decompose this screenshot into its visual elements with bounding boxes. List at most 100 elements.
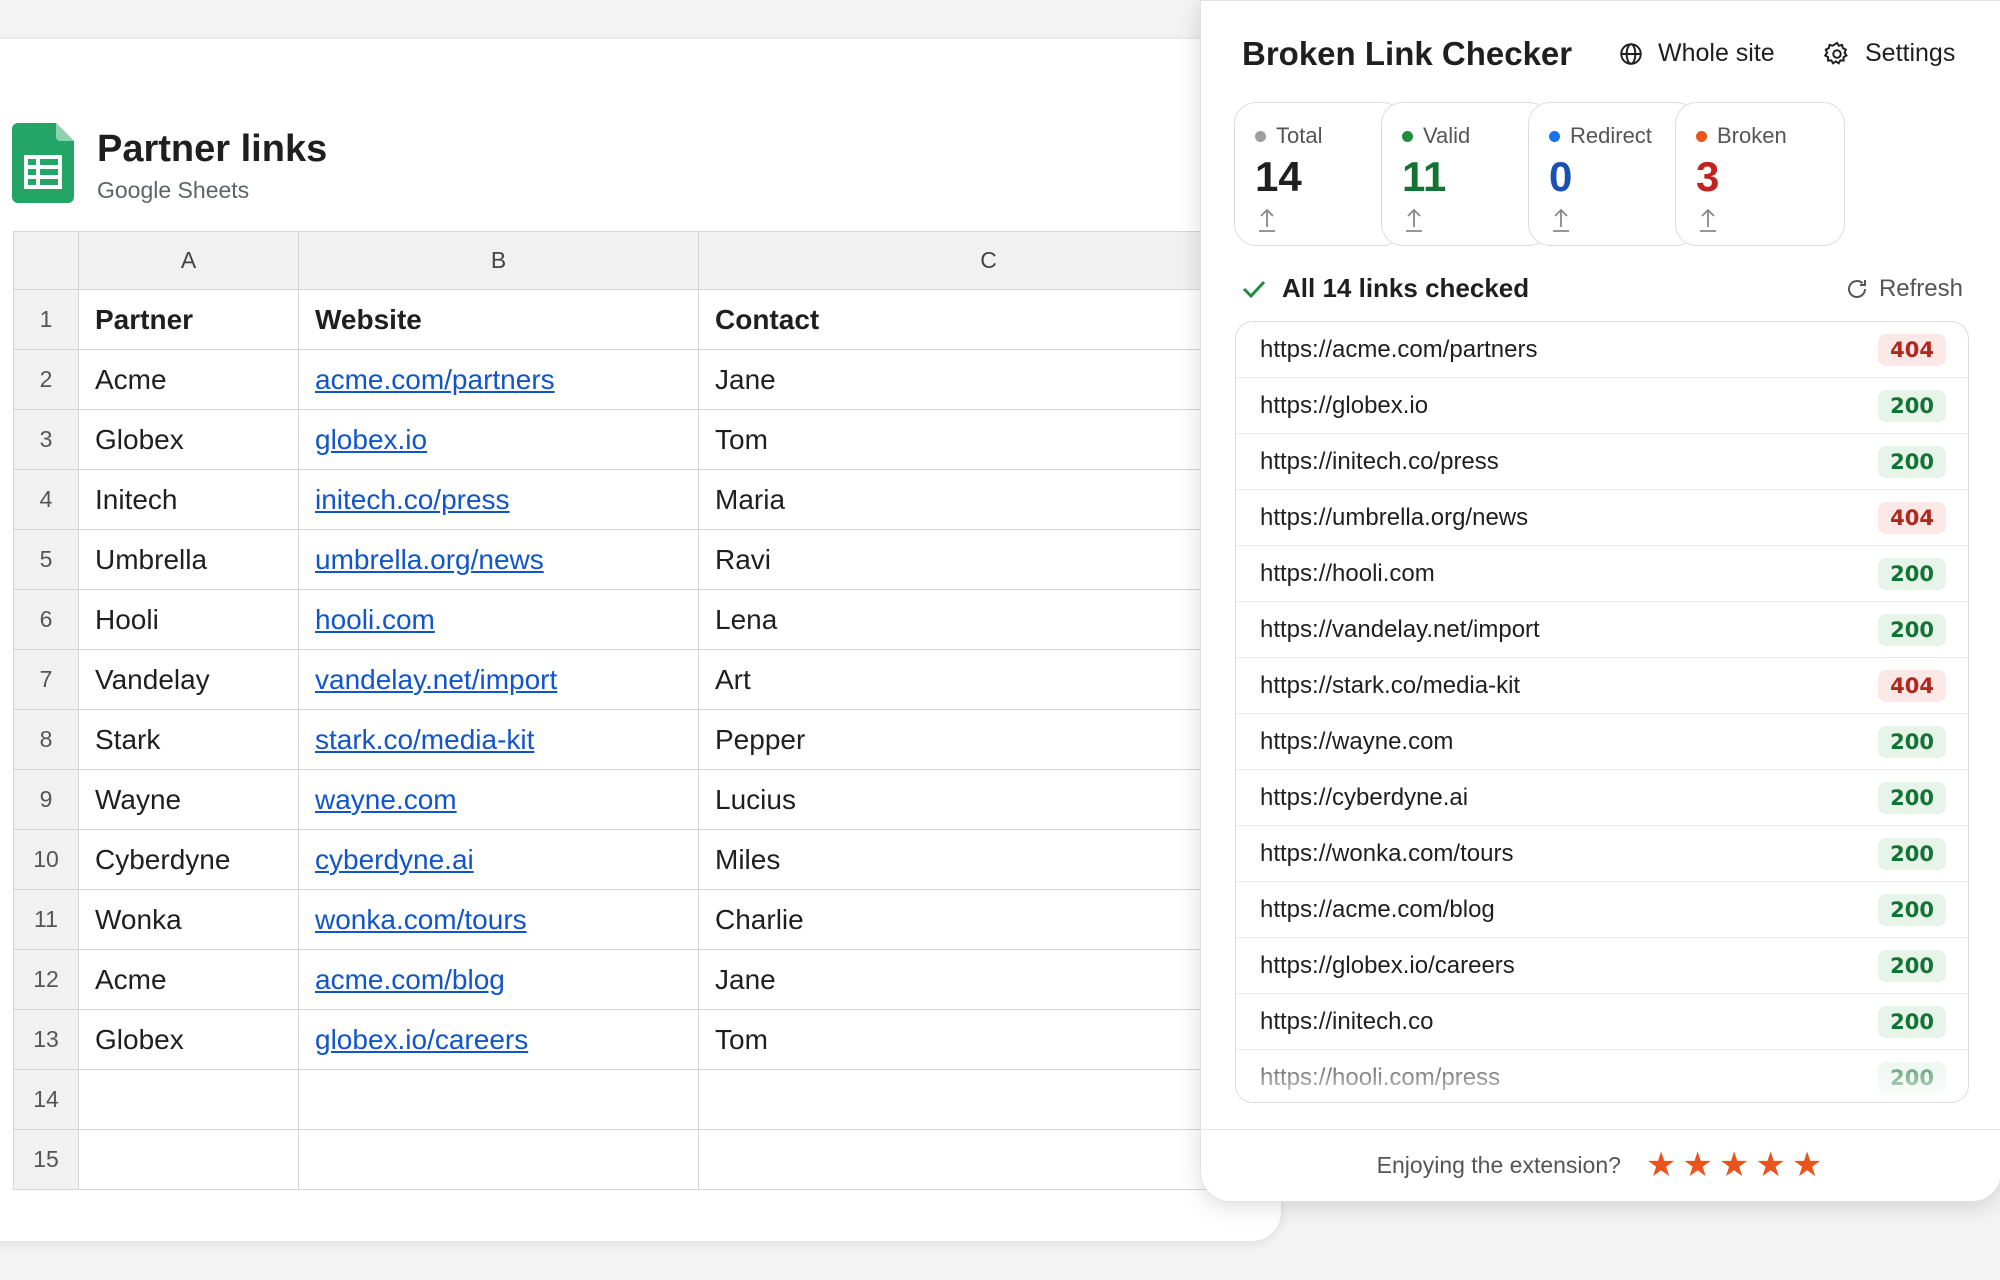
cell-website[interactable]: wonka.com/tours (298, 889, 699, 950)
cell-contact[interactable]: Jane (698, 349, 1279, 410)
cell-website[interactable]: cyberdyne.ai (298, 829, 699, 890)
cell-contact[interactable]: Maria (698, 469, 1279, 530)
row-number[interactable]: 7 (13, 649, 79, 710)
row-number[interactable]: 5 (13, 529, 79, 590)
row-number[interactable]: 1 (13, 289, 79, 350)
row-number[interactable]: 4 (13, 469, 79, 530)
whole-site-button[interactable]: Whole site (1618, 39, 1775, 68)
column-header-a[interactable]: A (78, 231, 299, 290)
cell-partner[interactable]: Stark (78, 709, 299, 770)
list-item[interactable]: https://globex.io 200 (1236, 378, 1968, 434)
cell-contact[interactable]: Lucius (698, 769, 1279, 830)
star-icon[interactable]: ★ (1755, 1146, 1785, 1184)
cell-partner[interactable]: Umbrella (78, 529, 299, 590)
list-item[interactable]: https://umbrella.org/news 404 (1236, 490, 1968, 546)
link-url: https://hooli.com/press (1260, 1063, 1501, 1091)
cell-contact[interactable] (698, 1129, 1279, 1190)
row-number[interactable]: 14 (13, 1069, 79, 1130)
cell-partner[interactable]: Hooli (78, 589, 299, 650)
star-icon[interactable]: ★ (1682, 1146, 1712, 1184)
settings-button[interactable]: Settings (1823, 39, 1955, 68)
row-number[interactable]: 9 (13, 769, 79, 830)
list-item[interactable]: https://hooli.com 200 (1236, 546, 1968, 602)
cell-contact[interactable]: Lena (698, 589, 1279, 650)
list-item[interactable]: https://globex.io/careers 200 (1236, 938, 1968, 994)
status-badge: 200 (1878, 389, 1946, 422)
table-row: 14 (13, 1069, 1279, 1130)
stat-card-total[interactable]: Total 14 (1234, 102, 1404, 246)
row-number[interactable]: 6 (13, 589, 79, 650)
refresh-button[interactable]: Refresh (1845, 275, 1963, 303)
star-icon[interactable]: ★ (1646, 1146, 1676, 1184)
row-number[interactable]: 3 (13, 409, 79, 470)
cell-contact[interactable]: Art (698, 649, 1279, 710)
table-row: 7 Vandelay vandelay.net/import Art (13, 649, 1279, 710)
list-item[interactable]: https://vandelay.net/import 200 (1236, 602, 1968, 658)
cell-website[interactable]: acme.com/blog (298, 949, 699, 1010)
cell-partner[interactable]: Globex (78, 1009, 299, 1070)
cell-website[interactable]: umbrella.org/news (298, 529, 699, 590)
row-number[interactable]: 11 (13, 889, 79, 950)
row-number[interactable]: 15 (13, 1129, 79, 1190)
cell-contact[interactable]: Pepper (698, 709, 1279, 770)
gear-icon (1823, 41, 1848, 65)
cell-website[interactable]: globex.io (298, 409, 699, 470)
row-number[interactable]: 8 (13, 709, 79, 770)
stat-card-redirect[interactable]: Redirect 0 (1528, 102, 1698, 246)
cell-contact[interactable]: Jane (698, 949, 1279, 1010)
cell-contact[interactable]: Ravi (698, 529, 1279, 590)
column-header-c[interactable]: C (698, 231, 1279, 290)
cell-partner[interactable]: Acme (78, 349, 299, 410)
row-number[interactable]: 10 (13, 829, 79, 890)
cell-partner[interactable]: Globex (78, 409, 299, 470)
stat-card-valid[interactable]: Valid 11 (1381, 102, 1551, 246)
star-icon[interactable]: ★ (1792, 1146, 1822, 1184)
status-badge: 404 (1878, 669, 1946, 702)
cell-partner[interactable]: Cyberdyne (78, 829, 299, 890)
list-item[interactable]: https://initech.co 200 (1236, 994, 1968, 1050)
corner-cell[interactable] (13, 231, 79, 290)
cell-partner[interactable] (78, 1069, 299, 1130)
cell-website[interactable]: Website (298, 289, 699, 350)
cell-website[interactable]: stark.co/media-kit (298, 709, 699, 770)
cell-contact[interactable]: Tom (698, 1009, 1279, 1070)
cell-website[interactable] (298, 1129, 699, 1190)
stat-card-broken[interactable]: Broken 3 (1675, 102, 1845, 246)
star-icon[interactable]: ★ (1719, 1146, 1749, 1184)
cell-contact[interactable]: Miles (698, 829, 1279, 890)
list-item[interactable]: https://hooli.com/press 200 (1236, 1050, 1968, 1102)
cell-contact[interactable]: Tom (698, 409, 1279, 470)
list-item[interactable]: https://wayne.com 200 (1236, 714, 1968, 770)
cell-partner[interactable] (78, 1129, 299, 1190)
cell-website[interactable]: vandelay.net/import (298, 649, 699, 710)
list-item[interactable]: https://acme.com/partners 404 (1236, 322, 1968, 378)
list-item[interactable]: https://stark.co/media-kit 404 (1236, 658, 1968, 714)
list-item[interactable]: https://acme.com/blog 200 (1236, 882, 1968, 938)
stat-label-valid: Valid (1402, 123, 1470, 149)
cell-website[interactable]: globex.io/careers (298, 1009, 699, 1070)
cell-contact[interactable] (698, 1069, 1279, 1130)
cell-website[interactable]: initech.co/press (298, 469, 699, 530)
cell-website[interactable] (298, 1069, 699, 1130)
list-item[interactable]: https://initech.co/press 200 (1236, 434, 1968, 490)
stat-label-text: Valid (1423, 123, 1471, 148)
column-header-b[interactable]: B (298, 231, 699, 290)
list-item[interactable]: https://cyberdyne.ai 200 (1236, 770, 1968, 826)
cell-partner[interactable]: Initech (78, 469, 299, 530)
row-number[interactable]: 13 (13, 1009, 79, 1070)
cell-partner[interactable]: Partner (78, 289, 299, 350)
cell-partner[interactable]: Wonka (78, 889, 299, 950)
list-item[interactable]: https://wonka.com/tours 200 (1236, 826, 1968, 882)
cell-partner[interactable]: Wayne (78, 769, 299, 830)
row-number[interactable]: 2 (13, 349, 79, 410)
cell-partner[interactable]: Acme (78, 949, 299, 1010)
star-rating[interactable]: ★ ★ ★ ★ ★ (1643, 1148, 1825, 1182)
cell-contact[interactable]: Charlie (698, 889, 1279, 950)
row-number[interactable]: 12 (13, 949, 79, 1010)
link-results-list[interactable]: https://acme.com/partners 404 https://glob… (1235, 321, 1969, 1103)
cell-website[interactable]: acme.com/partners (298, 349, 699, 410)
cell-website[interactable]: hooli.com (298, 589, 699, 650)
cell-partner[interactable]: Vandelay (78, 649, 299, 710)
cell-website[interactable]: wayne.com (298, 769, 699, 830)
cell-contact[interactable]: Contact (698, 289, 1279, 350)
